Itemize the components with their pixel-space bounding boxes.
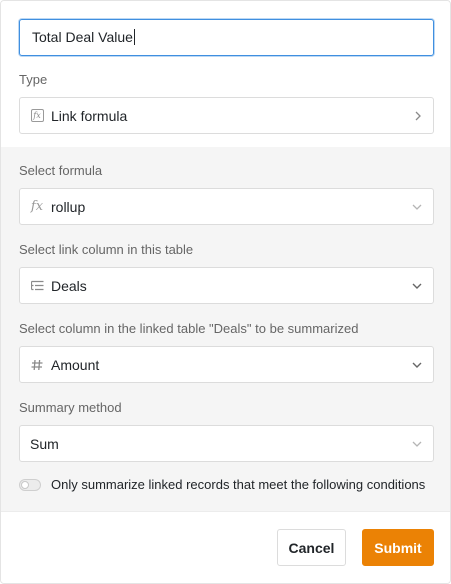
summary-method-select[interactable]: Sum [19,425,434,462]
column-name-value: Total Deal Value [32,29,133,45]
column-settings-dialog: Total Deal Value Type fx Link formula Se… [0,0,451,584]
summarized-column-select[interactable]: Amount [19,346,434,383]
submit-button[interactable]: Submit [362,529,434,566]
formula-label: Select formula [19,163,103,178]
column-name-input[interactable]: Total Deal Value [19,19,434,56]
hash-icon [30,358,44,372]
chevron-down-icon [412,203,422,210]
formula-value: rollup [51,198,86,215]
link-column-select[interactable]: Deals [19,267,434,304]
type-value: Link formula [51,107,128,124]
link-column-value: Deals [51,277,87,294]
dialog-footer: Cancel Submit [1,511,450,583]
summarized-column-label: Select column in the linked table "Deals… [19,321,359,336]
formula-settings-section: Select formula fx rollup Select link col… [1,147,450,511]
text-caret [133,29,135,45]
summary-method-label: Summary method [19,400,122,415]
top-section: Total Deal Value Type fx Link formula [1,1,450,147]
type-select[interactable]: fx Link formula [19,97,434,134]
summary-method-value: Sum [30,435,59,452]
condition-toggle-row: Only summarize linked records that meet … [19,477,425,492]
cancel-button[interactable]: Cancel [277,529,346,566]
fx-icon: fx [30,199,44,214]
toggle-knob [21,480,29,489]
condition-toggle-label: Only summarize linked records that meet … [51,477,426,492]
link-list-icon [30,279,44,293]
chevron-down-icon [412,440,422,447]
link-column-label: Select link column in this table [19,242,194,257]
condition-toggle[interactable] [19,478,41,491]
chevron-right-icon [414,111,422,121]
chevron-down-icon [412,361,422,368]
formula-select[interactable]: fx rollup [19,188,434,225]
summarized-column-value: Amount [51,356,100,373]
chevron-down-icon [412,282,422,289]
type-label: Type [19,72,48,87]
formula-box-icon: fx [30,109,44,123]
